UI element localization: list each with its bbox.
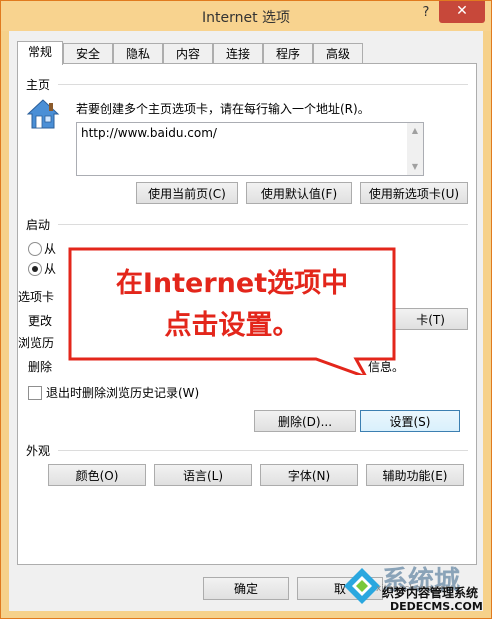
ok-button[interactable]: 确定	[203, 577, 289, 600]
startup-group-label: 启动	[26, 218, 51, 232]
history-description-start: 删除	[28, 360, 53, 374]
help-button[interactable]: ?	[417, 4, 435, 22]
homepage-hint: 若要创建多个主页选项卡，请在每行输入一个地址(R)。	[76, 102, 370, 116]
use-current-button[interactable]: 使用当前页(C)	[136, 182, 238, 204]
tabs-group-label: 选项卡	[18, 290, 55, 304]
tab-content[interactable]: 内容	[163, 43, 213, 64]
scroll-up-icon[interactable]: ▲	[407, 123, 423, 139]
watermark-logo: 系统城 xitongcheng.com 织梦内容管理系统 DEDECMS.COM	[340, 562, 490, 617]
annotation-callout: 在Internet选项中 点击设置。	[66, 245, 398, 375]
tab-general[interactable]: 常规	[17, 41, 63, 65]
startup-radio-homepage[interactable]	[28, 262, 42, 276]
textarea-scrollbar[interactable]: ▲ ▼	[407, 123, 423, 175]
appearance-divider	[58, 450, 468, 451]
house-icon	[26, 99, 60, 129]
history-settings-button[interactable]: 设置(S)	[360, 410, 460, 432]
startup-divider	[58, 224, 468, 225]
use-new-tab-button[interactable]: 使用新选项卡(U)	[360, 182, 468, 204]
history-group-label: 浏览历	[18, 336, 55, 350]
watermark-line2: DEDECMS.COM	[390, 600, 483, 613]
scroll-down-icon[interactable]: ▼	[407, 159, 423, 175]
use-default-button[interactable]: 使用默认值(F)	[246, 182, 352, 204]
tab-programs[interactable]: 程序	[263, 43, 313, 64]
tab-connections[interactable]: 连接	[213, 43, 263, 64]
accessibility-button[interactable]: 辅助功能(E)	[366, 464, 464, 486]
tab-privacy[interactable]: 隐私	[113, 43, 163, 64]
languages-button[interactable]: 语言(L)	[154, 464, 252, 486]
delete-on-exit-checkbox[interactable]	[28, 386, 42, 400]
startup-option1-label: 从	[44, 242, 57, 256]
tab-advanced[interactable]: 高级	[313, 43, 363, 64]
delete-history-button[interactable]: 删除(D)...	[254, 410, 356, 432]
delete-on-exit-label: 退出时删除浏览历史记录(W)	[46, 386, 200, 400]
homepage-url-value: http://www.baidu.com/	[81, 126, 217, 140]
tabs-change-text: 更改	[28, 314, 53, 328]
callout-line1: 在Internet选项中	[115, 268, 349, 299]
homepage-divider	[58, 84, 468, 85]
close-button[interactable]: ✕	[439, 1, 485, 23]
startup-radio-last-session[interactable]	[28, 242, 42, 256]
fonts-button[interactable]: 字体(N)	[260, 464, 358, 486]
homepage-group-label: 主页	[26, 78, 51, 92]
tab-security[interactable]: 安全	[63, 43, 113, 64]
colors-button[interactable]: 颜色(O)	[48, 464, 146, 486]
homepage-url-textarea[interactable]: http://www.baidu.com/ ▲ ▼	[76, 122, 424, 176]
title-bar[interactable]: Internet 选项 ? ✕	[1, 1, 491, 31]
watermark-line1: 织梦内容管理系统	[382, 586, 479, 600]
callout-line2: 点击设置。	[164, 310, 300, 341]
startup-option2-label: 从	[44, 262, 57, 276]
appearance-group-label: 外观	[26, 444, 51, 458]
